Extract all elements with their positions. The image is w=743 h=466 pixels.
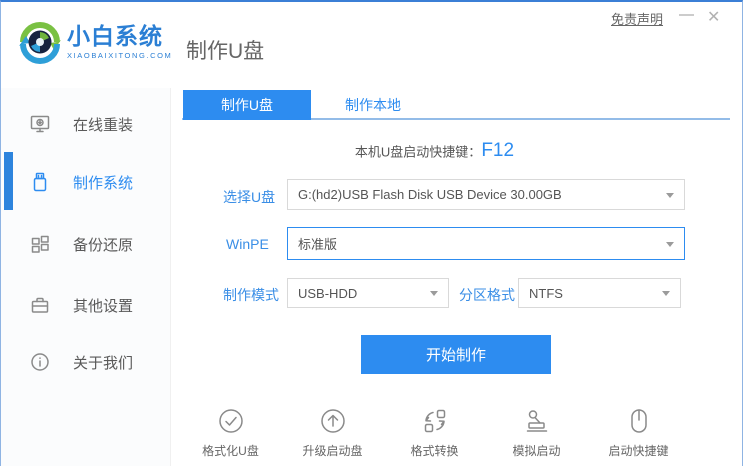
monitor-reinstall-icon bbox=[29, 113, 51, 135]
sidebar-item-backup-restore[interactable]: 备份还原 bbox=[1, 227, 171, 261]
tool-label: 升级启动盘 bbox=[302, 444, 363, 458]
winpe-select-value: 标准版 bbox=[298, 237, 338, 252]
mode-select[interactable]: USB-HDD bbox=[287, 278, 449, 308]
tool-format-convert[interactable]: 格式转换 bbox=[399, 406, 471, 459]
main-panel: 制作U盘 制作本地 本机U盘启动快捷键：F12 选择U盘 G:(hd2)USB … bbox=[171, 88, 742, 466]
usb-select-value: G:(hd2)USB Flash Disk USB Device 30.00GB bbox=[298, 187, 562, 202]
sidebar-item-label: 在线重装 bbox=[73, 116, 134, 134]
partition-select-label: 分区格式 bbox=[459, 287, 515, 303]
disclaimer-link[interactable]: 免责声明 bbox=[611, 9, 663, 28]
tool-format-usb[interactable]: 格式化U盘 bbox=[195, 406, 267, 459]
app-window: 小白系统 XIAOBAIXITONG.COM 制作U盘 免责声明 — ✕ 在线重… bbox=[0, 0, 743, 466]
boot-hotkey-line: 本机U盘启动快捷键：F12 bbox=[171, 140, 698, 162]
tool-upgrade-boot-disk[interactable]: 升级启动盘 bbox=[297, 406, 369, 459]
tool-label: 模拟启动 bbox=[512, 444, 561, 458]
close-button[interactable]: ✕ bbox=[707, 7, 720, 27]
briefcase-icon bbox=[29, 294, 51, 316]
tool-boot-hotkey[interactable]: 启动快捷键 bbox=[603, 406, 675, 459]
brand-logo-icon bbox=[19, 22, 61, 64]
sidebar-item-about-us[interactable]: 关于我们 bbox=[1, 345, 171, 379]
brand-name: 小白系统 bbox=[67, 23, 163, 49]
stamp-simulate-icon bbox=[526, 410, 547, 432]
boot-hotkey-value: F12 bbox=[481, 140, 515, 161]
tool-strip: 格式化U盘 升级启动盘 格式转换 模拟启动 启动快捷键 bbox=[171, 406, 698, 459]
usb-select-label: 选择U盘 bbox=[223, 189, 276, 205]
header: 小白系统 XIAOBAIXITONG.COM 制作U盘 免责声明 — ✕ bbox=[1, 2, 742, 88]
tab-make-local[interactable]: 制作本地 bbox=[311, 90, 435, 120]
backup-grid-icon bbox=[29, 233, 51, 255]
tool-label: 启动快捷键 bbox=[608, 444, 669, 458]
chevron-down-icon bbox=[666, 192, 674, 198]
chevron-down-icon bbox=[666, 241, 674, 247]
mode-select-label: 制作模式 bbox=[223, 287, 279, 303]
sidebar-item-label: 关于我们 bbox=[73, 354, 134, 372]
tool-simulate-boot[interactable]: 模拟启动 bbox=[501, 406, 573, 459]
winpe-select[interactable]: 标准版 bbox=[287, 227, 685, 260]
chevron-down-icon bbox=[430, 291, 438, 296]
brand-subdomain: XIAOBAIXITONG.COM bbox=[67, 51, 173, 60]
format-convert-icon bbox=[424, 409, 445, 433]
minimize-button[interactable]: — bbox=[679, 6, 694, 23]
check-circle-icon bbox=[218, 409, 243, 433]
usb-select[interactable]: G:(hd2)USB Flash Disk USB Device 30.00GB bbox=[287, 179, 685, 210]
sidebar-item-make-system[interactable]: 制作系统 bbox=[1, 165, 171, 199]
page-title: 制作U盘 bbox=[186, 40, 265, 63]
brand-text: 小白系统 XIAOBAIXITONG.COM bbox=[67, 23, 172, 60]
tool-label: 格式转换 bbox=[410, 444, 459, 458]
sidebar-item-online-reinstall[interactable]: 在线重装 bbox=[1, 107, 171, 141]
winpe-select-label: WinPE bbox=[226, 236, 269, 252]
sidebar-item-label: 备份还原 bbox=[73, 236, 134, 254]
sidebar-item-label: 制作系统 bbox=[73, 174, 134, 192]
partition-select[interactable]: NTFS bbox=[518, 278, 681, 308]
chevron-down-icon bbox=[662, 291, 670, 296]
sidebar-item-label: 其他设置 bbox=[73, 297, 134, 315]
start-make-button[interactable]: 开始制作 bbox=[361, 335, 551, 374]
usb-drive-icon bbox=[29, 171, 51, 193]
sidebar: 在线重装 制作系统 备份还原 其他设置 关于我们 bbox=[1, 88, 171, 466]
boot-hotkey-label: 本机U盘启动快捷键： bbox=[354, 144, 482, 160]
partition-select-value: NTFS bbox=[529, 285, 563, 301]
tool-label: 格式化U盘 bbox=[202, 444, 259, 458]
upgrade-arrow-circle-icon bbox=[320, 409, 345, 433]
mouse-hotkey-icon bbox=[630, 409, 647, 433]
sidebar-item-other-settings[interactable]: 其他设置 bbox=[1, 288, 171, 322]
info-circle-icon bbox=[29, 351, 51, 373]
tab-make-usb[interactable]: 制作U盘 bbox=[183, 90, 311, 120]
mode-select-value: USB-HDD bbox=[298, 285, 358, 301]
